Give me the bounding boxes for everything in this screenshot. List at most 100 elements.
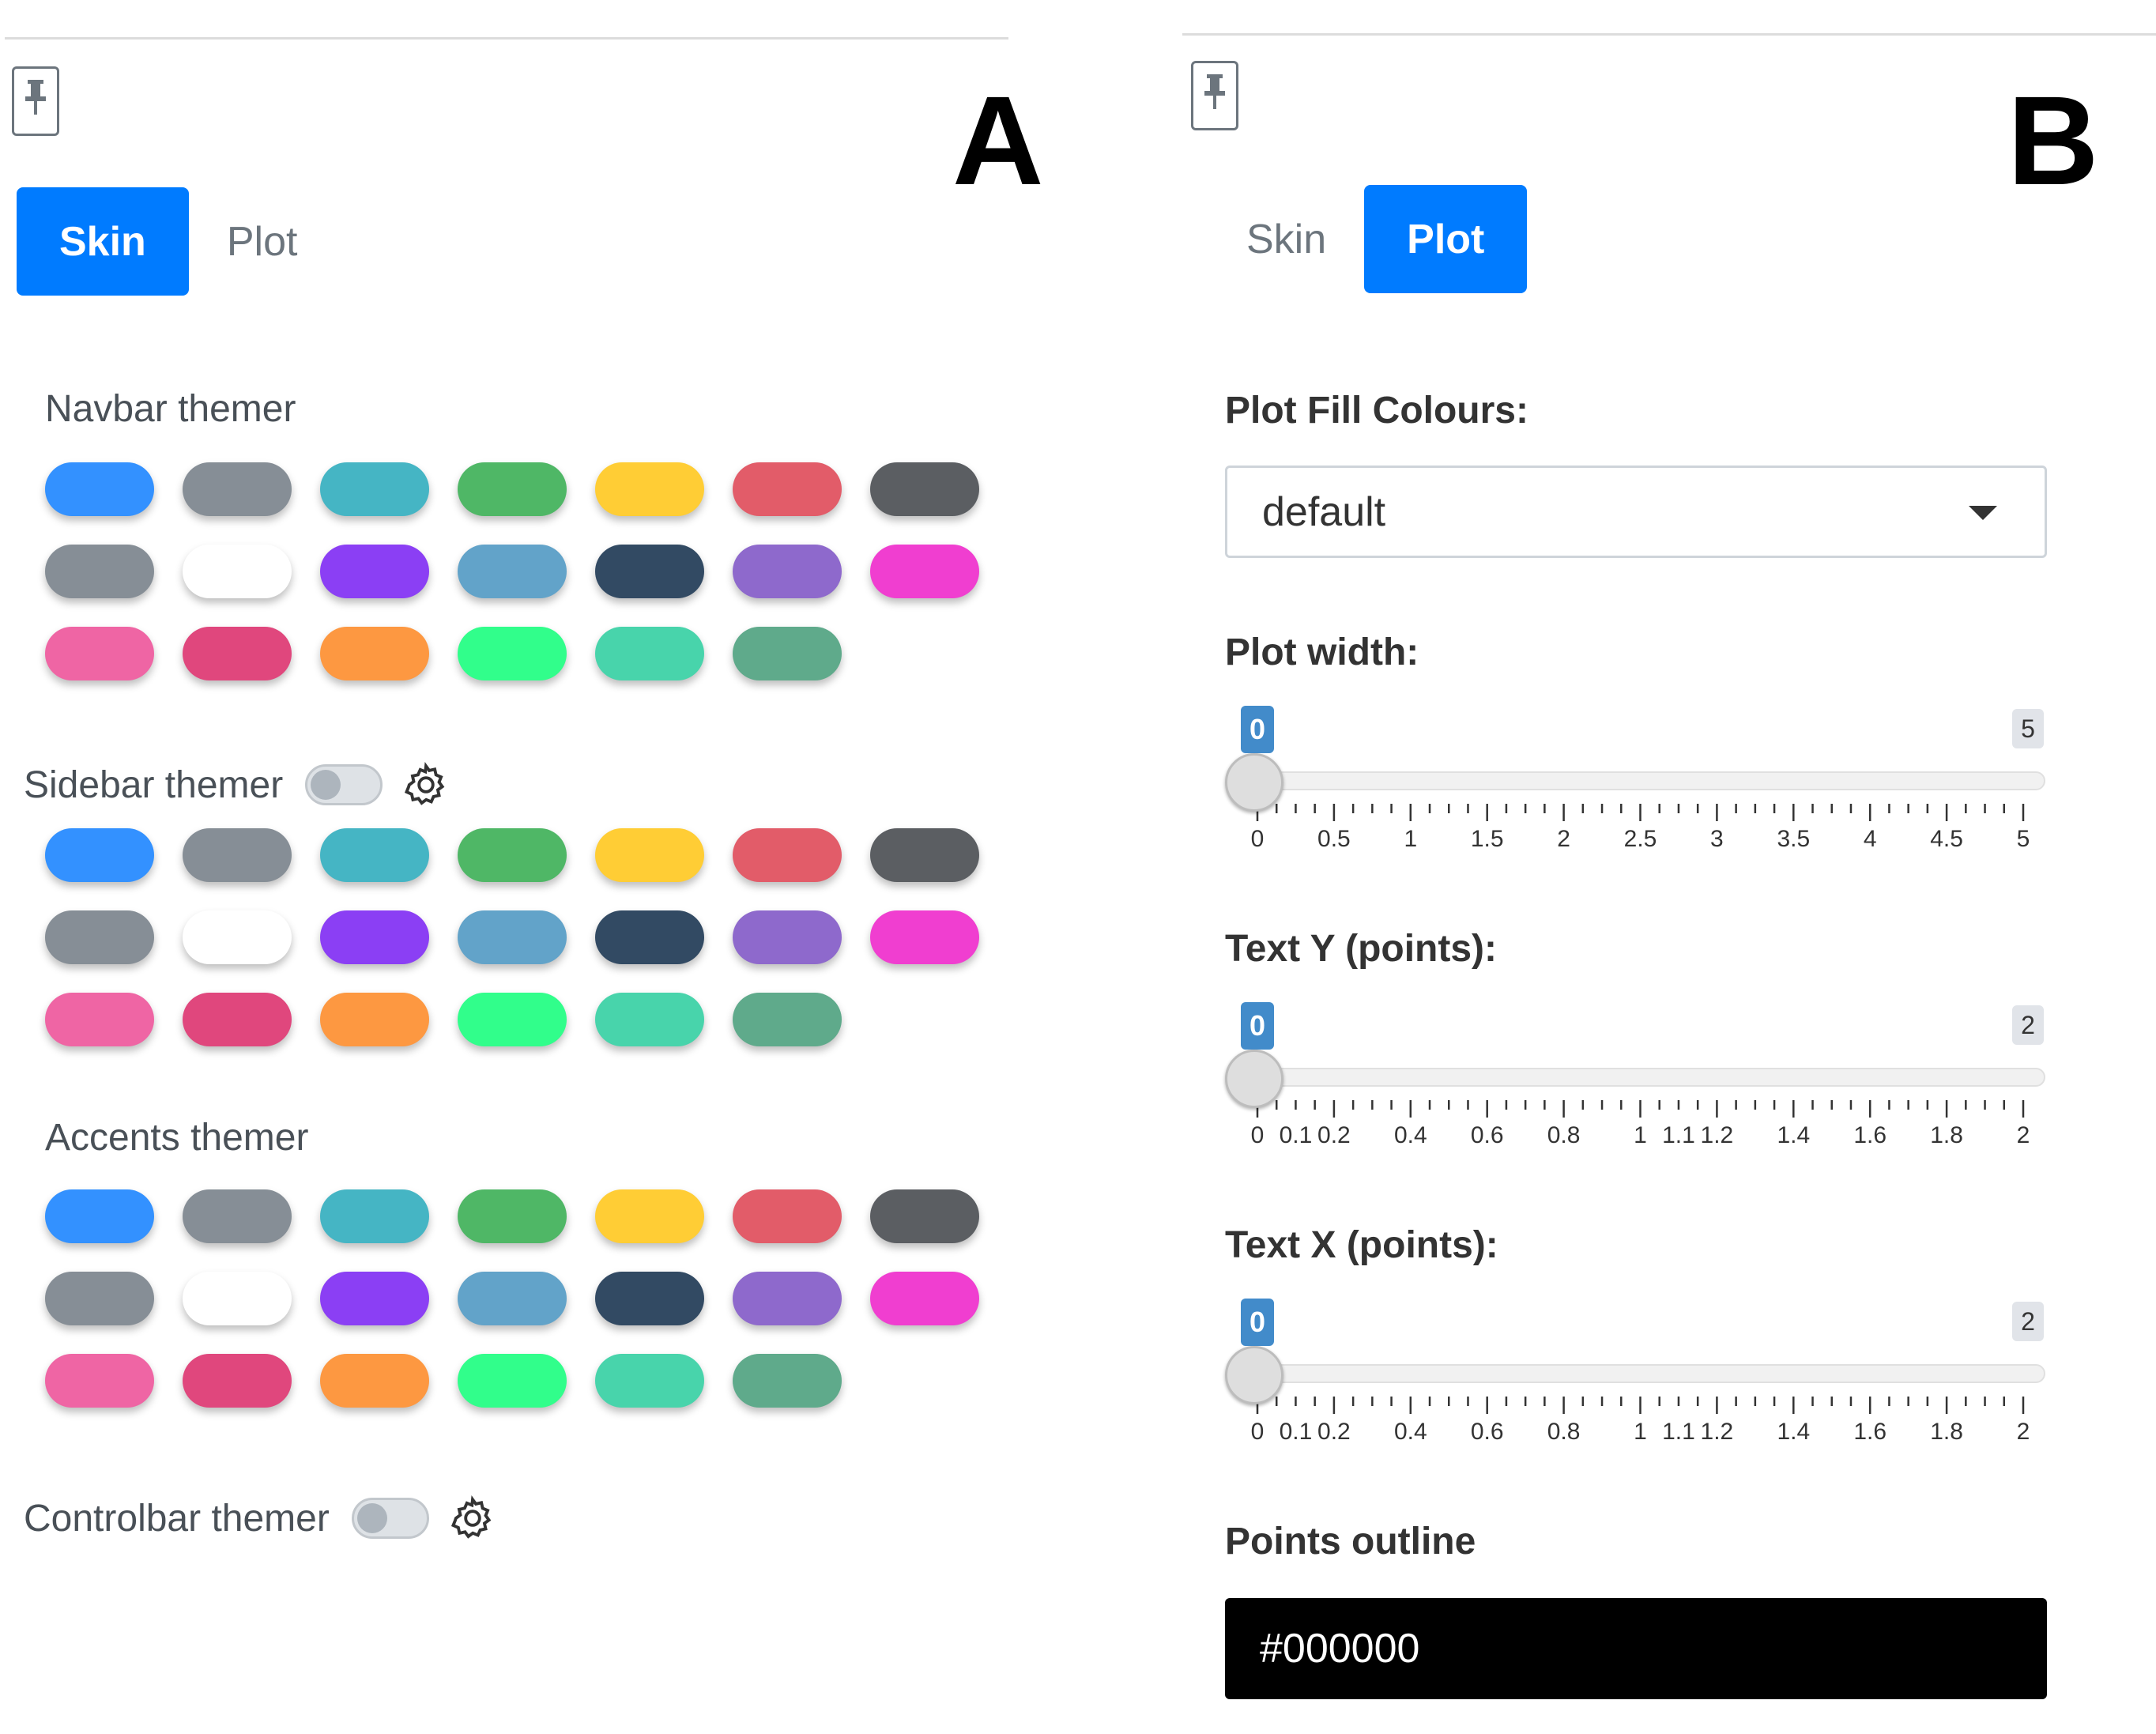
color-swatch[interactable] (458, 627, 567, 680)
color-swatch[interactable] (320, 627, 429, 680)
slider-tick-label: 0.2 (1317, 1122, 1351, 1144)
color-swatch[interactable] (45, 1189, 154, 1243)
color-swatch[interactable] (183, 1354, 292, 1408)
color-swatch[interactable] (320, 462, 429, 516)
slider-tick-label: 0.8 (1547, 1419, 1581, 1441)
color-swatch[interactable] (45, 993, 154, 1046)
slider-tick-label: 1.5 (1471, 826, 1504, 848)
color-swatch[interactable] (320, 910, 429, 964)
color-swatch[interactable] (870, 910, 979, 964)
color-swatch[interactable] (458, 1354, 567, 1408)
color-swatch[interactable] (183, 462, 292, 516)
color-swatch[interactable] (733, 910, 842, 964)
slider-handle[interactable] (1225, 1050, 1283, 1108)
color-swatch[interactable] (733, 993, 842, 1046)
slider-tick-label: 0.6 (1471, 1419, 1504, 1441)
plot-width-label: Plot width: (1225, 631, 1419, 673)
slider-tick-label: 1.8 (1930, 1122, 1963, 1144)
controlbar-themer-toggle[interactable] (351, 1498, 429, 1539)
sidebar-themer-toggle[interactable] (305, 764, 383, 805)
slider-tick-label: 1 (1634, 1419, 1647, 1441)
tab-plot[interactable]: Plot (1364, 185, 1528, 293)
color-swatch[interactable] (595, 993, 704, 1046)
pin-button[interactable] (1191, 61, 1238, 130)
points-outline-value: #000000 (1260, 1626, 1420, 1672)
color-swatch[interactable] (320, 1189, 429, 1243)
color-swatch[interactable] (870, 462, 979, 516)
color-swatch[interactable] (733, 1272, 842, 1325)
color-swatch[interactable] (458, 1189, 567, 1243)
text-x-label: Text X (points): (1225, 1224, 1498, 1266)
plot-fill-select[interactable]: default (1225, 466, 2047, 558)
color-swatch[interactable] (458, 993, 567, 1046)
color-swatch[interactable] (458, 828, 567, 882)
plot-width-slider[interactable]: 0 0.5 1 1.5 2 2.5 3 3.5 4 4.5 5 0 5 (1225, 706, 2047, 848)
color-swatch[interactable] (45, 627, 154, 680)
color-swatch[interactable] (45, 462, 154, 516)
color-swatch[interactable] (458, 910, 567, 964)
tab-plot[interactable]: Plot (200, 187, 325, 296)
color-swatch[interactable] (320, 993, 429, 1046)
slider-handle[interactable] (1225, 1346, 1283, 1404)
gear-icon[interactable] (401, 760, 450, 809)
color-swatch[interactable] (45, 1354, 154, 1408)
text-y-slider[interactable]: 0 0.1 0.2 0.4 0.6 0.8 1 1.1 1.2 1.4 1.6 1.8 2 0 2 (1225, 1002, 2047, 1144)
color-swatch[interactable] (733, 1189, 842, 1243)
tab-bar: Skin Plot (1219, 185, 1528, 293)
color-swatch[interactable] (595, 545, 704, 598)
color-swatch[interactable] (45, 1272, 154, 1325)
color-swatch[interactable] (458, 545, 567, 598)
color-swatch[interactable] (733, 828, 842, 882)
color-swatch[interactable] (183, 545, 292, 598)
tab-bar: Skin Plot (17, 187, 324, 296)
top-divider (5, 37, 1008, 40)
tab-skin[interactable]: Skin (1219, 185, 1353, 293)
slider-value-badge: 0 (1241, 706, 1274, 753)
color-swatch[interactable] (733, 627, 842, 680)
color-swatch[interactable] (595, 462, 704, 516)
color-swatch[interactable] (183, 1272, 292, 1325)
color-swatch[interactable] (595, 1189, 704, 1243)
slider-tick-label: 0.1 (1280, 1419, 1313, 1441)
color-swatch[interactable] (595, 1354, 704, 1408)
text-y-label: Text Y (points): (1225, 928, 1498, 970)
color-swatch[interactable] (183, 828, 292, 882)
color-swatch[interactable] (183, 910, 292, 964)
color-swatch[interactable] (45, 910, 154, 964)
controlbar-themer-label: Controlbar themer (24, 1494, 497, 1543)
tab-skin[interactable]: Skin (17, 187, 189, 296)
color-swatch[interactable] (595, 828, 704, 882)
color-swatch[interactable] (183, 627, 292, 680)
color-swatch[interactable] (320, 828, 429, 882)
points-outline-input[interactable]: #000000 (1225, 1598, 2047, 1699)
pin-button[interactable] (12, 66, 59, 136)
color-swatch[interactable] (870, 545, 979, 598)
panel-b: B Skin Plot Plot Fill Colours: default P… (1178, 0, 2156, 1734)
color-swatch[interactable] (870, 1189, 979, 1243)
color-swatch[interactable] (320, 1354, 429, 1408)
color-swatch[interactable] (733, 545, 842, 598)
sidebar-swatches (45, 828, 979, 1046)
slider-tick-label: 0.4 (1394, 1122, 1427, 1144)
slider-handle[interactable] (1225, 753, 1283, 812)
slider-tick-label: 1.8 (1930, 1419, 1963, 1441)
text-x-slider[interactable]: 0 0.1 0.2 0.4 0.6 0.8 1 1.1 1.2 1.4 1.6 1.8 2 0 2 (1225, 1299, 2047, 1441)
color-swatch[interactable] (183, 1189, 292, 1243)
color-swatch[interactable] (45, 545, 154, 598)
color-swatch[interactable] (320, 1272, 429, 1325)
gear-icon[interactable] (448, 1494, 497, 1543)
slider-tick-label: 4.5 (1930, 826, 1963, 848)
color-swatch[interactable] (870, 828, 979, 882)
color-swatch[interactable] (458, 1272, 567, 1325)
color-swatch[interactable] (733, 1354, 842, 1408)
slider-ticks: 0 0.1 0.2 0.4 0.6 0.8 1 1.1 1.2 1.4 1.6 1.8 2 (1251, 1100, 2030, 1144)
color-swatch[interactable] (320, 545, 429, 598)
color-swatch[interactable] (733, 462, 842, 516)
color-swatch[interactable] (595, 627, 704, 680)
color-swatch[interactable] (595, 910, 704, 964)
color-swatch[interactable] (595, 1272, 704, 1325)
color-swatch[interactable] (45, 828, 154, 882)
color-swatch[interactable] (458, 462, 567, 516)
color-swatch[interactable] (183, 993, 292, 1046)
color-swatch[interactable] (870, 1272, 979, 1325)
